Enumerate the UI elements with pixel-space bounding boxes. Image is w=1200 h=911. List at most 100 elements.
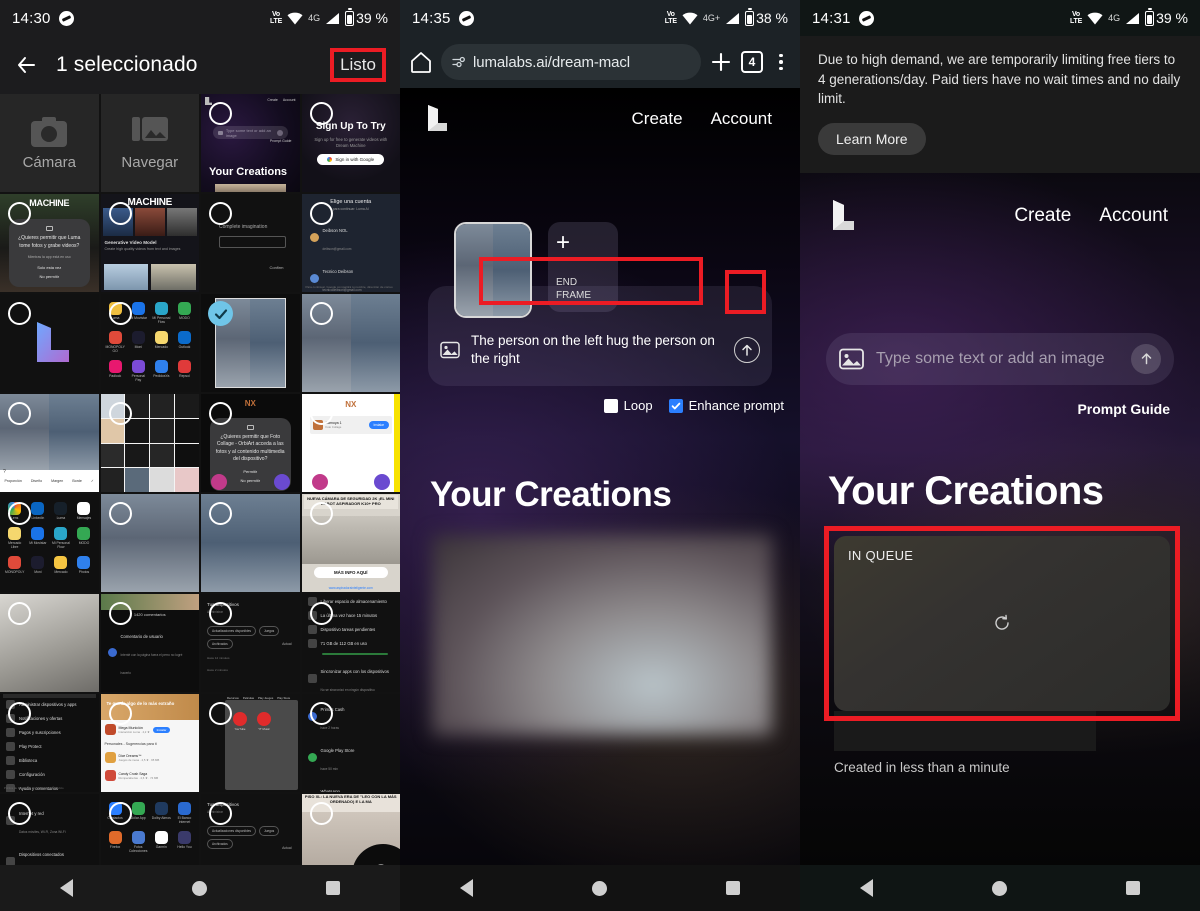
nav-back-icon[interactable]: [459, 879, 473, 897]
selection-circle[interactable]: [108, 602, 132, 625]
selection-circle[interactable]: [309, 602, 333, 625]
gallery-item[interactable]: Primas Cash hace 2 horas Google Play Stor…: [301, 694, 400, 792]
gallery-item[interactable]: MACHINE ¿Quieres permitir que Luma tome …: [0, 194, 99, 292]
send-button[interactable]: [1131, 343, 1161, 374]
nav-recents-icon[interactable]: [726, 881, 741, 895]
selection-circle[interactable]: [8, 502, 31, 525]
selection-circle[interactable]: [209, 702, 232, 725]
gallery-item[interactable]: Lens LinkedIn Luma Mensajes Mercado Libr…: [0, 494, 99, 592]
gallery-item[interactable]: Proporción Diseño Margen Borde ✓ ?: [0, 394, 99, 492]
gallery-item[interactable]: Administrar dispositivos y apps Notifica…: [0, 694, 99, 792]
gallery-item-selected[interactable]: [201, 294, 300, 392]
nav-create[interactable]: Create: [632, 109, 683, 129]
home-icon[interactable]: [410, 51, 432, 73]
gallery-item[interactable]: Luma Mi Movistar Mi Personal Flow MODO M…: [100, 294, 199, 392]
selection-circle[interactable]: [209, 602, 232, 625]
prompt-text-field[interactable]: The person on the left hug the person on…: [468, 328, 726, 372]
gallery-item[interactable]: Create Account Type some text or add an i…: [201, 94, 300, 192]
gallery-item[interactable]: Tus dispositivos Administrar Actualizaci…: [201, 594, 300, 692]
image-icon[interactable]: [440, 341, 460, 359]
selection-circle[interactable]: [108, 502, 132, 525]
image-icon: [217, 130, 223, 135]
selection-circle[interactable]: [309, 302, 333, 325]
address-bar[interactable]: lumalabs.ai/dream-macl: [441, 44, 701, 80]
selection-circle[interactable]: [8, 602, 31, 625]
gallery-item[interactable]: [100, 394, 199, 492]
selection-circle[interactable]: [8, 802, 31, 825]
gallery-item[interactable]: Te queda algo de lo más extraño Mega Mun…: [100, 694, 199, 792]
gallery-item[interactable]: Liberar espacio de almacenamiento La últ…: [301, 594, 400, 692]
gallery-item[interactable]: MACHINE Generative Video Model Create hi…: [100, 194, 199, 292]
selection-circle[interactable]: [309, 802, 333, 825]
plus-icon[interactable]: [710, 51, 732, 73]
selection-circle[interactable]: [209, 802, 232, 825]
selection-circle[interactable]: [108, 202, 132, 225]
gallery-item[interactable]: NX ¿Quieres permitir que Foto Collage - …: [201, 394, 300, 492]
gallery-item[interactable]: Elige una cuenta para continuar: Luma AI…: [301, 194, 400, 292]
nav-account[interactable]: Account: [1099, 205, 1168, 227]
mini-nav: Create Account: [267, 98, 296, 102]
selection-circle[interactable]: [209, 402, 232, 425]
nav-home-icon[interactable]: [191, 880, 207, 896]
nav-recents-icon[interactable]: [326, 881, 341, 895]
mini-settings-item: Play Protect: [19, 744, 42, 749]
selection-circle[interactable]: [108, 802, 132, 825]
image-icon[interactable]: [839, 348, 864, 370]
selection-circle[interactable]: [309, 702, 333, 725]
gallery-camera-tile[interactable]: Cámara: [0, 94, 99, 192]
battery-icon: [745, 8, 755, 26]
nav-account[interactable]: Account: [711, 109, 772, 129]
panel-luma-app: 14:31 VoLTE 4G 39 % Due to high demand,: [800, 0, 1200, 911]
selection-circle[interactable]: [209, 502, 232, 525]
gallery-item[interactable]: 1420 comentarios Comentario de usuario In…: [100, 594, 199, 692]
picker-toolbar: 1 seleccionado Listo: [0, 36, 400, 94]
selection-circle[interactable]: [8, 702, 31, 725]
selection-circle[interactable]: [8, 302, 31, 325]
send-button[interactable]: [734, 337, 760, 363]
nav-back-icon[interactable]: [59, 879, 73, 897]
selection-circle[interactable]: [309, 502, 333, 525]
selection-circle[interactable]: [209, 202, 232, 225]
selection-circle[interactable]: [8, 402, 31, 425]
enhance-checkbox[interactable]: [668, 398, 683, 413]
creation-preview-blurred[interactable]: [432, 535, 772, 735]
gallery-item[interactable]: Recursos Peliculas Play Juegos Play Store Y…: [201, 694, 300, 792]
gallery-item[interactable]: [0, 294, 99, 392]
selection-circle[interactable]: [8, 202, 31, 225]
site-settings-icon[interactable]: [452, 55, 466, 69]
back-arrow-icon[interactable]: [14, 53, 38, 77]
gallery-item[interactable]: [201, 494, 300, 592]
gallery-item[interactable]: [301, 294, 400, 392]
nav-create[interactable]: Create: [1014, 205, 1071, 227]
kebab-menu-icon[interactable]: [772, 53, 790, 71]
gallery-item[interactable]: Sign Up To Try Sign up for free to gener…: [301, 94, 400, 192]
selection-circle[interactable]: [108, 402, 132, 425]
loop-option[interactable]: Loop: [603, 398, 653, 413]
selection-circle[interactable]: [309, 102, 333, 125]
done-button[interactable]: Listo: [330, 48, 386, 82]
selection-circle[interactable]: [108, 302, 132, 325]
nav-home-icon[interactable]: [991, 880, 1007, 896]
loop-checkbox[interactable]: [603, 398, 618, 413]
gallery-item[interactable]: NUEVA CÁMARA DE SEGURIDAD 2K ¡EL MINI RO…: [301, 494, 400, 592]
prompt-input-pill[interactable]: Type some text or add an image: [826, 332, 1174, 385]
selection-circle[interactable]: [309, 202, 333, 225]
prompt-guide-link[interactable]: Prompt Guide: [800, 385, 1200, 417]
gallery-item[interactable]: NX Samoya 1 Foto Collage Instalar: [301, 394, 400, 492]
gallery-browse-tile[interactable]: Navegar: [100, 94, 199, 192]
app-notification-icon: [858, 10, 874, 26]
gallery-item[interactable]: [0, 594, 99, 692]
selection-circle[interactable]: [309, 402, 333, 425]
nav-recents-icon[interactable]: [1126, 881, 1141, 895]
nav-back-icon[interactable]: [859, 879, 873, 897]
gallery-item[interactable]: [100, 494, 199, 592]
selection-circle[interactable]: [209, 102, 232, 125]
selection-checkmark[interactable]: [208, 301, 233, 326]
nav-home-icon[interactable]: [591, 880, 607, 896]
selection-circle[interactable]: [108, 702, 132, 725]
tab-count-button[interactable]: 4: [741, 51, 763, 73]
gallery-item[interactable]: Complete imagination Confirm: [201, 194, 300, 292]
enhance-prompt-option[interactable]: Enhance prompt: [668, 398, 784, 413]
mini-model-sub: Create high quality videos from text and…: [104, 247, 181, 251]
learn-more-button[interactable]: Learn More: [818, 122, 926, 155]
